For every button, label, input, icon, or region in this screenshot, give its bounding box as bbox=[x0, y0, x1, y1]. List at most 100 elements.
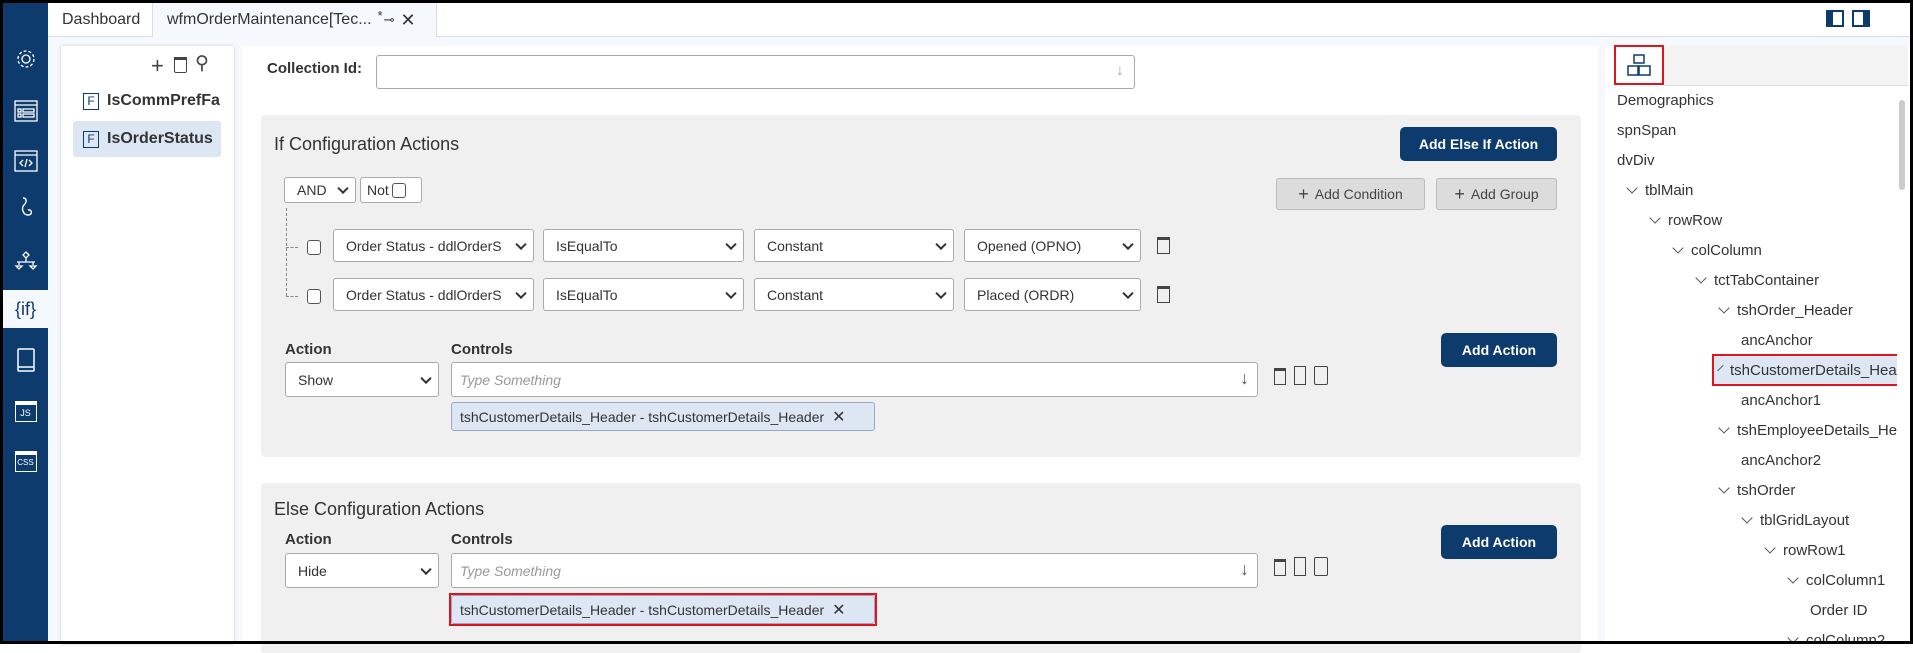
field-select[interactable]: Order Status - ddlOrderS bbox=[333, 229, 534, 262]
collection-id-input[interactable]: ↓ bbox=[376, 55, 1135, 89]
search-icon[interactable]: ⚲ bbox=[195, 54, 209, 73]
copy-icon[interactable] bbox=[1294, 557, 1306, 576]
delete-condition-icon[interactable] bbox=[1157, 237, 1170, 254]
tree-item[interactable]: tshEmployeeDetails_Header bbox=[1718, 416, 1897, 444]
tree-item[interactable]: tshOrder_Header bbox=[1718, 296, 1853, 324]
not-checkbox[interactable] bbox=[391, 182, 406, 198]
add-action-button[interactable]: Add Action bbox=[1441, 525, 1557, 559]
chevron-down-icon[interactable] bbox=[1717, 364, 1724, 372]
action-select[interactable]: Hide bbox=[285, 553, 439, 588]
source-select[interactable]: Constant bbox=[754, 278, 954, 311]
delete-icon[interactable] bbox=[1274, 559, 1286, 576]
plus-icon: + bbox=[1454, 183, 1465, 204]
tree-item[interactable]: Order ID bbox=[1810, 596, 1868, 624]
select-value: Constant bbox=[767, 286, 824, 303]
controls-input[interactable]: Type Something ↓ bbox=[451, 362, 1258, 397]
field-select[interactable]: Order Status - ddlOrderS bbox=[333, 278, 534, 311]
tree-item[interactable]: rowRow bbox=[1649, 206, 1722, 234]
value-select[interactable]: Opened (OPNO) bbox=[964, 229, 1141, 262]
add-group-button[interactable]: + Add Group bbox=[1436, 178, 1557, 210]
add-condition-button[interactable]: + Add Condition bbox=[1276, 178, 1425, 210]
not-toggle[interactable]: Not bbox=[360, 177, 422, 203]
paste-icon[interactable] bbox=[1314, 366, 1328, 385]
tree-item[interactable]: ancAnchor1 bbox=[1741, 386, 1821, 414]
copy-icon[interactable] bbox=[1294, 366, 1306, 385]
js-icon-label: JS bbox=[14, 400, 37, 422]
tree-item[interactable]: tblGridLayout bbox=[1741, 506, 1849, 534]
tablet-icon[interactable] bbox=[3, 341, 48, 379]
hook-icon[interactable] bbox=[3, 190, 48, 228]
tag-label: tshCustomerDetails_Header - tshCustomerD… bbox=[460, 408, 825, 425]
tree-item-label: dvDiv bbox=[1617, 151, 1655, 169]
list-layout-icon[interactable] bbox=[3, 92, 48, 130]
tree-item[interactable]: dvDiv bbox=[1617, 146, 1655, 174]
add-icon[interactable]: + bbox=[151, 55, 164, 77]
list-item-selected[interactable]: F IsOrderStatus bbox=[73, 121, 221, 157]
chevron-down-icon[interactable] bbox=[1695, 272, 1707, 284]
operator-select[interactable]: IsEqualTo bbox=[543, 278, 744, 311]
tree-item-label: tshCustomerDetails_Header bbox=[1730, 361, 1897, 379]
modified-indicator: * bbox=[377, 7, 383, 23]
tree-connector bbox=[286, 247, 298, 248]
condition-checkbox[interactable] bbox=[307, 289, 321, 304]
code-icon[interactable] bbox=[3, 142, 48, 180]
tree-item-label: tctTabContainer bbox=[1714, 271, 1820, 289]
remove-tag-icon[interactable]: ✕ bbox=[832, 407, 845, 427]
pin-icon[interactable]: ⊸ bbox=[384, 12, 395, 28]
if-icon[interactable]: {if} bbox=[3, 290, 48, 328]
tree-item[interactable]: colColumn1 bbox=[1787, 566, 1885, 594]
operator-select[interactable]: IsEqualTo bbox=[543, 229, 744, 262]
tree-item[interactable]: tshOrder bbox=[1718, 476, 1795, 504]
source-select[interactable]: Constant bbox=[754, 229, 954, 262]
js-icon[interactable]: JS bbox=[3, 392, 48, 430]
tree-item-selected[interactable]: tshCustomerDetails_Header bbox=[1712, 354, 1897, 386]
chevron-down-icon[interactable] bbox=[1764, 542, 1776, 554]
trash-icon[interactable] bbox=[174, 57, 187, 73]
chevron-down-icon[interactable] bbox=[1741, 512, 1753, 524]
add-else-if-action-button[interactable]: Add Else If Action bbox=[1400, 127, 1557, 161]
tree-item[interactable]: ancAnchor bbox=[1741, 326, 1813, 354]
tree-item[interactable]: Demographics bbox=[1617, 86, 1714, 114]
condition-checkbox[interactable] bbox=[307, 240, 321, 255]
value-select[interactable]: Placed (ORDR) bbox=[964, 278, 1141, 311]
tree-item[interactable]: colColumn2 bbox=[1787, 626, 1885, 644]
controls-input[interactable]: Type Something ↓ bbox=[451, 553, 1258, 588]
tab-wfm-order-maintenance[interactable]: wfmOrderMaintenance[Tec... * ⊸ ✕ bbox=[152, 3, 437, 37]
chevron-down-icon bbox=[420, 372, 432, 384]
right-panel-toggle-icon[interactable] bbox=[1852, 10, 1870, 27]
css-icon[interactable]: CSS bbox=[3, 442, 48, 480]
chevron-down-icon[interactable] bbox=[1672, 242, 1684, 254]
arrow-down-icon: ↓ bbox=[1240, 559, 1249, 579]
tree-item[interactable]: tblMain bbox=[1626, 176, 1693, 204]
list-item[interactable]: F IsCommPrefFa bbox=[73, 83, 221, 119]
css-icon-label: CSS bbox=[14, 450, 37, 472]
chevron-down-icon bbox=[337, 182, 349, 195]
delete-icon[interactable] bbox=[1274, 368, 1286, 385]
chevron-down-icon[interactable] bbox=[1718, 482, 1730, 494]
select-value: AND bbox=[297, 182, 327, 198]
add-action-button[interactable]: Add Action bbox=[1441, 333, 1557, 367]
tree-item[interactable]: ancAnchor2 bbox=[1741, 446, 1821, 474]
tab-dashboard[interactable]: Dashboard bbox=[48, 3, 152, 37]
action-select[interactable]: Show bbox=[285, 362, 439, 397]
paste-icon[interactable] bbox=[1314, 557, 1328, 576]
tree-item[interactable]: spnSpan bbox=[1617, 116, 1676, 144]
hierarchy-icon[interactable] bbox=[3, 242, 48, 280]
chevron-down-icon bbox=[1122, 287, 1134, 299]
delete-condition-icon[interactable] bbox=[1157, 286, 1170, 303]
chevron-down-icon[interactable] bbox=[1787, 572, 1799, 584]
tree-item[interactable]: colColumn bbox=[1672, 236, 1762, 264]
left-panel-toggle-icon[interactable] bbox=[1826, 10, 1844, 27]
tree-item-label: tblMain bbox=[1645, 181, 1694, 199]
tree-item[interactable]: tctTabContainer bbox=[1695, 266, 1819, 294]
chevron-down-icon[interactable] bbox=[1626, 182, 1638, 194]
chevron-down-icon[interactable] bbox=[1718, 302, 1730, 314]
tree-item[interactable]: rowRow1 bbox=[1764, 536, 1846, 564]
chevron-down-icon[interactable] bbox=[1718, 422, 1730, 434]
chevron-down-icon[interactable] bbox=[1787, 632, 1799, 644]
close-icon[interactable]: ✕ bbox=[401, 10, 416, 31]
logic-operator-select[interactable]: AND bbox=[284, 177, 356, 203]
chevron-down-icon[interactable] bbox=[1649, 212, 1661, 224]
settings-icon[interactable] bbox=[3, 40, 48, 78]
scrollbar[interactable] bbox=[1899, 100, 1905, 190]
